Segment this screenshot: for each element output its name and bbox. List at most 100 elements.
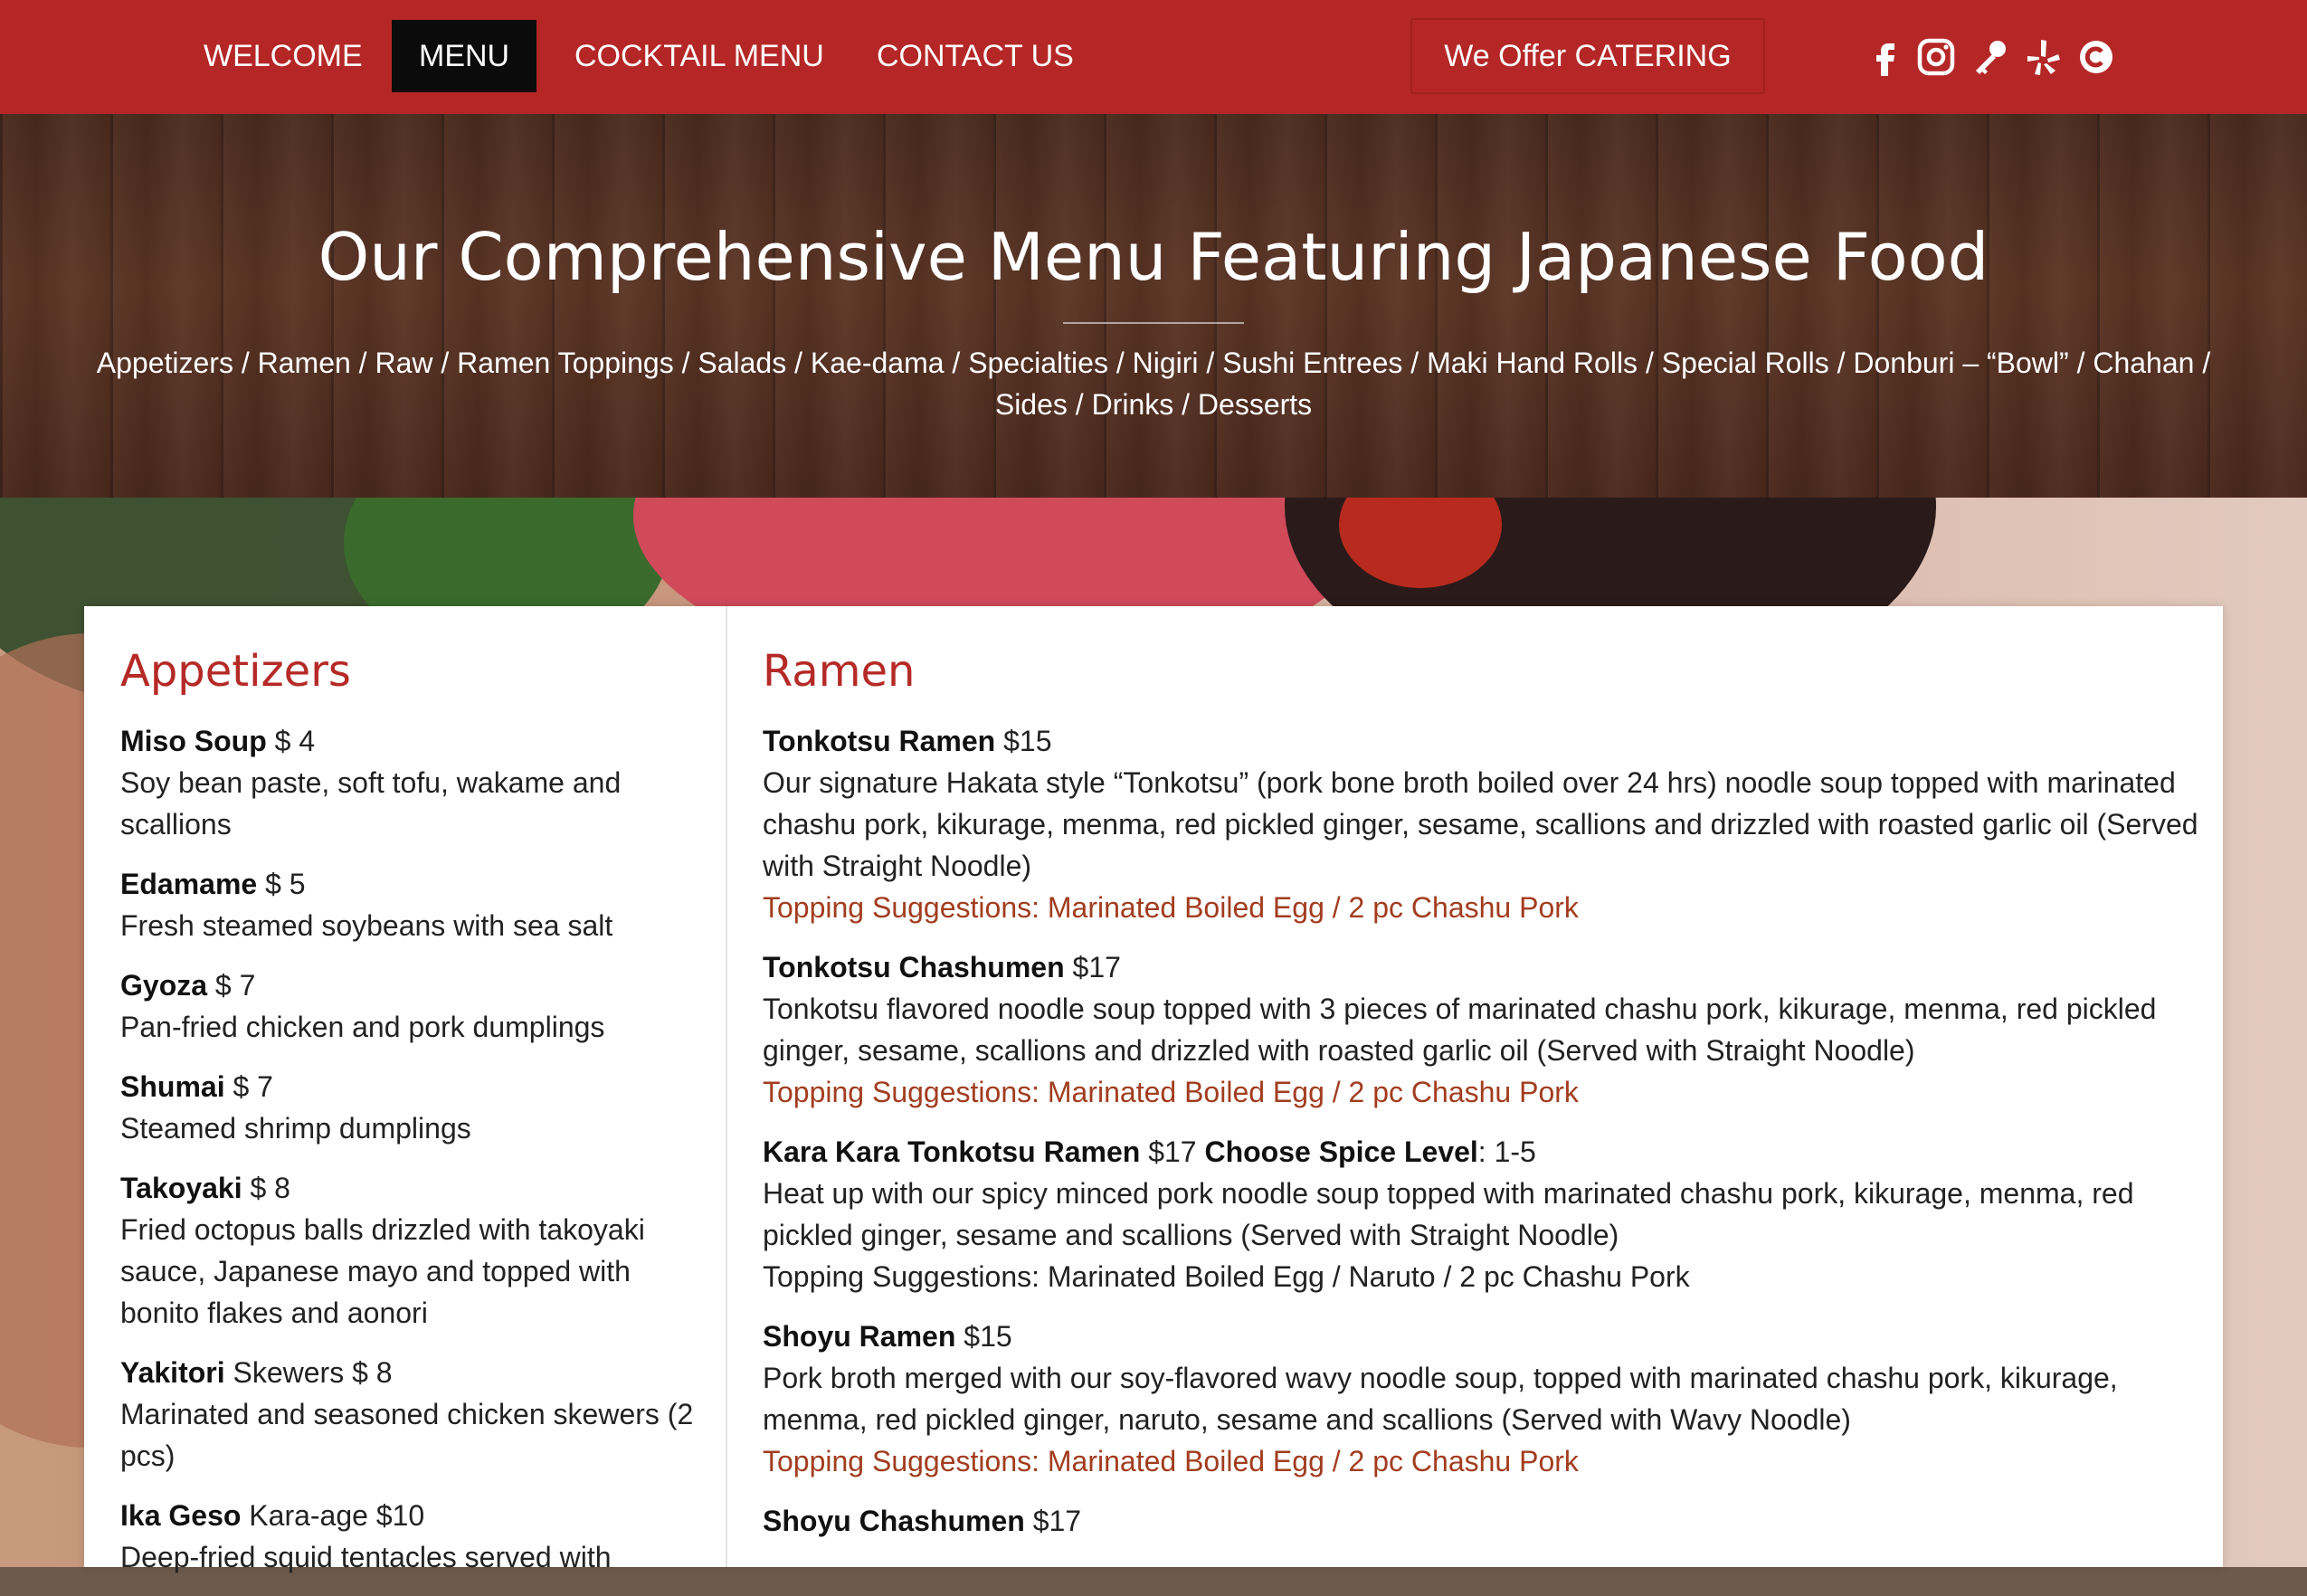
item-price: $ 7	[224, 1070, 273, 1103]
item-description: Our signature Hakata style “Tonkotsu” (p…	[763, 766, 2198, 882]
category-link[interactable]: Sides	[995, 388, 1068, 421]
item-description: Steamed shrimp dumplings	[120, 1112, 471, 1145]
menu-item: Shoyu Chashumen $17	[763, 1500, 2210, 1542]
item-name: Yakitori	[120, 1356, 225, 1389]
topping-suggestions: Topping Suggestions: Marinated Boiled Eg…	[763, 891, 1579, 924]
item-price: Skewers $ 8	[224, 1356, 393, 1389]
link-separator: /	[1638, 347, 1662, 379]
item-description: Deep-fried squid tentacles served with	[120, 1541, 612, 1573]
hero-banner: Our Comprehensive Menu Featuring Japanes…	[0, 114, 2307, 498]
link-separator: /	[233, 347, 258, 379]
column-divider	[726, 606, 727, 1567]
item-description: Heat up with our spicy minced pork noodl…	[763, 1177, 2134, 1251]
item-price: $ 7	[207, 969, 256, 1002]
category-link[interactable]: Special Rolls	[1662, 347, 1829, 379]
link-separator: /	[1173, 388, 1198, 421]
item-price: $17	[1064, 951, 1121, 983]
category-link[interactable]: Drinks	[1092, 388, 1174, 421]
category-link[interactable]: Specialties	[968, 347, 1108, 379]
item-name: Shoyu Chashumen	[763, 1505, 1025, 1537]
link-separator: /	[1067, 388, 1092, 421]
item-description: Marinated and seasoned chicken skewers (…	[120, 1398, 694, 1472]
category-link[interactable]: Desserts	[1198, 388, 1312, 421]
item-price: $ 4	[266, 725, 316, 757]
menu-item: Shoyu Ramen $15 Pork broth merged with ou…	[763, 1316, 2210, 1482]
category-link[interactable]: Ramen Toppings	[457, 347, 674, 379]
link-separator: /	[2194, 347, 2211, 379]
item-description: Tonkotsu flavored noodle soup topped wit…	[763, 993, 2157, 1067]
item-name: Tonkotsu Ramen	[763, 725, 996, 757]
menu-item: Gyoza $ 7 Pan-fried chicken and pork dump…	[120, 964, 699, 1048]
item-name: Edamame	[120, 868, 258, 900]
page-title: Our Comprehensive Menu Featuring Japanes…	[318, 219, 1989, 295]
item-name: Gyoza	[120, 969, 208, 1002]
item-price: $ 8	[242, 1172, 290, 1204]
category-link[interactable]: Kae-dama	[811, 347, 945, 379]
menu-item: Tonkotsu Chashumen $17 Tonkotsu flavored …	[763, 946, 2210, 1113]
spice-level-label: Choose Spice Level	[1204, 1135, 1478, 1168]
nav-cocktail-menu[interactable]: COCKTAIL MENU	[558, 20, 840, 92]
menu-item: Shumai $ 7 Steamed shrimp dumplings	[120, 1066, 699, 1149]
category-link[interactable]: Appetizers	[97, 347, 233, 379]
nav-menu[interactable]: MENU	[392, 20, 537, 92]
copyright-icon[interactable]	[2075, 36, 2117, 78]
topping-suggestions: Topping Suggestions: Marinated Boiled Eg…	[763, 1445, 1579, 1477]
appetizers-heading: Appetizers	[120, 646, 351, 697]
item-price: $15	[995, 725, 1052, 757]
link-separator: /	[1402, 347, 1428, 379]
category-link[interactable]: Nigiri	[1133, 347, 1199, 379]
item-name: Kara Kara Tonkotsu Ramen	[763, 1135, 1141, 1168]
nav-welcome[interactable]: WELCOME	[187, 20, 379, 92]
ramen-section: Ramen Tonkotsu Ramen $15 Our signature Ha…	[763, 646, 2210, 1560]
item-description: Fried octopus balls drizzled with takoya…	[120, 1213, 645, 1329]
item-name: Shoyu Ramen	[763, 1320, 956, 1353]
instagram-icon[interactable]	[1915, 36, 1957, 78]
link-separator: /	[2068, 347, 2093, 379]
item-description: Pork broth merged with our soy-flavored …	[763, 1362, 2118, 1436]
item-name: Takoyaki	[120, 1172, 242, 1204]
menu-card: Appetizers Miso Soup $ 4 Soy bean paste, …	[84, 606, 2223, 1573]
item-price: $17	[1024, 1505, 1082, 1537]
menu-category-links: Appetizers / Ramen / Raw / Ramen Topping…	[72, 342, 2235, 425]
menu-item: Miso Soup $ 4 Soy bean paste, soft tofu, …	[120, 720, 699, 845]
item-name: Ika Geso	[120, 1499, 242, 1532]
facebook-icon[interactable]	[1866, 36, 1907, 78]
link-separator: /	[350, 347, 375, 379]
catering-button[interactable]: We Offer CATERING	[1410, 18, 1765, 94]
link-separator: /	[786, 347, 811, 379]
item-description: Soy bean paste, soft tofu, wakame and sc…	[120, 766, 622, 841]
menu-item: Tonkotsu Ramen $15 Our signature Hakata s…	[763, 720, 2210, 928]
menu-item: Yakitori Skewers $ 8 Marinated and season…	[120, 1352, 699, 1477]
item-price: $ 5	[257, 868, 306, 900]
item-description: Pan-fried chicken and pork dumplings	[120, 1011, 605, 1043]
category-link[interactable]: Salads	[698, 347, 786, 379]
yelp-icon[interactable]	[2023, 36, 2065, 78]
item-name: Shumai	[120, 1070, 225, 1103]
spice-level-range: : 1-5	[1477, 1135, 1536, 1168]
key-icon[interactable]	[1970, 36, 2011, 78]
menu-item: Ika Geso Kara-age $10 Deep-fried squid te…	[120, 1495, 699, 1578]
link-separator: /	[944, 347, 969, 379]
menu-item: Edamame $ 5 Fresh steamed soybeans with s…	[120, 863, 699, 946]
nav-contact-us[interactable]: CONTACT US	[860, 20, 1090, 92]
item-name: Miso Soup	[120, 725, 267, 757]
category-link[interactable]: Chahan	[2093, 347, 2194, 379]
item-price: $17	[1140, 1135, 1205, 1168]
category-link[interactable]: Maki Hand Rolls	[1427, 347, 1638, 379]
ramen-heading: Ramen	[763, 646, 916, 697]
appetizers-section: Appetizers Miso Soup $ 4 Soy bean paste, …	[120, 646, 699, 1596]
menu-item: Kara Kara Tonkotsu Ramen $17 Choose Spic…	[763, 1131, 2210, 1297]
topping-suggestions: Topping Suggestions: Marinated Boiled Eg…	[763, 1260, 1690, 1293]
title-divider	[1063, 322, 1244, 324]
menu-item: Takoyaki $ 8 Fried octopus balls drizzled…	[120, 1167, 699, 1334]
category-link[interactable]: Raw	[375, 347, 432, 379]
category-link[interactable]: Donburi – “Bowl”	[1853, 347, 2068, 379]
item-name: Tonkotsu Chashumen	[763, 951, 1065, 983]
link-separator: /	[673, 347, 698, 379]
item-price: $15	[955, 1320, 1012, 1353]
category-link[interactable]: Ramen	[258, 347, 351, 379]
link-separator: /	[432, 347, 458, 379]
category-link[interactable]: Sushi Entrees	[1222, 347, 1402, 379]
item-description: Fresh steamed soybeans with sea salt	[120, 909, 613, 942]
item-price: Kara-age $10	[241, 1499, 425, 1532]
